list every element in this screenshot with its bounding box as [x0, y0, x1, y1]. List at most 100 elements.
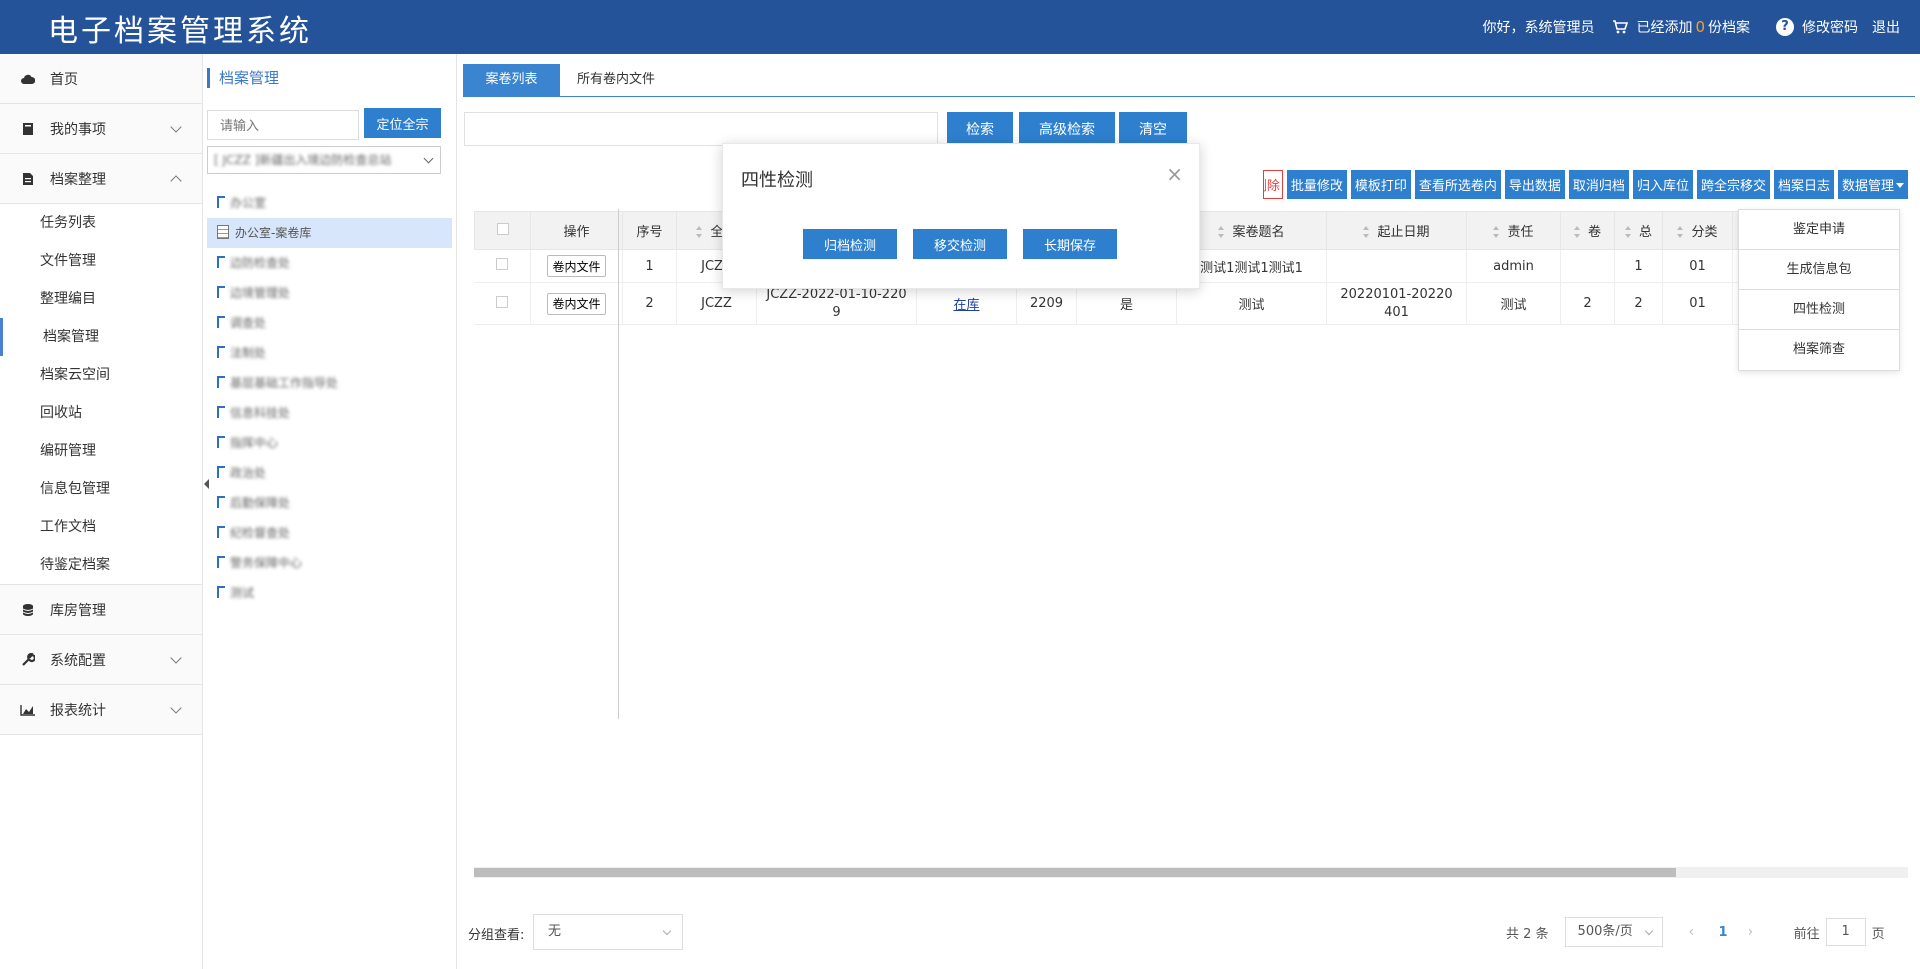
col-total[interactable]: 总: [1614, 211, 1663, 250]
tab-volume-list[interactable]: 案卷列表: [463, 64, 560, 96]
menu-appraisal-request[interactable]: 鉴定申请: [1739, 210, 1899, 250]
locate-fonds-button[interactable]: 定位全宗: [364, 108, 441, 138]
tree-node[interactable]: 边境管理处: [207, 278, 452, 308]
col-vol[interactable]: 卷: [1560, 211, 1615, 250]
next-page-icon[interactable]: ›: [1748, 924, 1758, 940]
logout-link[interactable]: 退出: [1872, 17, 1900, 37]
left-sidebar: 首页 我的事项 档案整理 任务列表 文件管理 整理编目 档案管理 档案云空间 回…: [0, 54, 203, 969]
folder-flag-icon: [217, 316, 225, 328]
tab-all-files[interactable]: 所有卷内文件: [564, 64, 668, 96]
cancel-archive-button[interactable]: 取消归档: [1568, 170, 1629, 199]
tree-node[interactable]: 信息科技处: [207, 398, 452, 428]
sort-icon: [1493, 226, 1500, 238]
tree-node[interactable]: 调查处: [207, 308, 452, 338]
tree-node[interactable]: 指挥中心: [207, 428, 452, 458]
change-password-link[interactable]: 修改密码: [1802, 17, 1858, 37]
tree-node[interactable]: 纪检督查处: [207, 518, 452, 548]
view-selected-button[interactable]: 查看所选卷内: [1414, 170, 1501, 199]
data-management-button[interactable]: 数据管理: [1837, 170, 1908, 199]
row-checkbox[interactable]: [496, 258, 509, 270]
cart-count: 0: [1695, 18, 1705, 36]
tree-title: 档案管理: [207, 68, 279, 88]
nav-archive-management[interactable]: 档案管理: [0, 318, 202, 356]
cross-fonds-transfer-button[interactable]: 跨全宗移交: [1696, 170, 1770, 199]
keyword-search-input[interactable]: [464, 112, 938, 146]
nav-archive-cloud[interactable]: 档案云空间: [0, 356, 202, 394]
batch-edit-button[interactable]: 批量修改: [1286, 170, 1347, 199]
current-page[interactable]: 1: [1719, 925, 1728, 940]
close-icon[interactable]: ×: [1166, 162, 1183, 186]
database-icon: [20, 602, 36, 618]
nav-archive-org[interactable]: 档案整理: [0, 154, 202, 204]
menu-generate-info-package[interactable]: 生成信息包: [1739, 250, 1899, 290]
row-checkbox[interactable]: [496, 295, 509, 308]
row-files-button[interactable]: 卷内文件: [547, 255, 606, 277]
scrollbar-thumb[interactable]: [474, 868, 1676, 877]
nav-system-config[interactable]: 系统配置: [0, 635, 202, 685]
cart-info[interactable]: 已经添加 0 份档案: [1636, 17, 1750, 37]
status-link[interactable]: 在库: [953, 298, 979, 313]
page-size-select[interactable]: 500条/页: [1564, 917, 1663, 947]
fonds-select[interactable]: [ JCZZ ]新疆出入境边防检查总站: [207, 146, 441, 174]
menu-four-property-check[interactable]: 四性检测: [1739, 290, 1899, 330]
tree-node[interactable]: 后勤保障处: [207, 488, 452, 518]
tree-search-input[interactable]: [207, 110, 359, 140]
template-print-button[interactable]: 模板打印: [1350, 170, 1411, 199]
nav-recycle-bin[interactable]: 回收站: [0, 394, 202, 432]
collapse-tree-handle[interactable]: [203, 474, 211, 494]
nav-info-package[interactable]: 信息包管理: [0, 470, 202, 508]
nav-warehouse[interactable]: 库房管理: [0, 585, 202, 635]
tree-node-selected[interactable]: 办公室-案卷库: [207, 218, 452, 248]
archive-log-button[interactable]: 档案日志: [1773, 170, 1834, 199]
sort-icon: [1573, 226, 1580, 238]
nav-pending-appraisal[interactable]: 待鉴定档案: [0, 546, 202, 584]
nav-reports[interactable]: 报表统计: [0, 685, 202, 735]
horizontal-scrollbar[interactable]: [474, 867, 1908, 878]
transfer-check-button[interactable]: 移交检测: [913, 229, 1007, 259]
menu-archive-screening[interactable]: 档案筛查: [1739, 330, 1899, 370]
nav-task-list[interactable]: 任务列表: [0, 204, 202, 242]
tree-node[interactable]: 法制处: [207, 338, 452, 368]
archive-check-button[interactable]: 归档检测: [803, 229, 897, 259]
caret-down-icon: [1896, 183, 1904, 188]
advanced-search-button[interactable]: 高级检索: [1019, 112, 1115, 146]
nav-work-docs[interactable]: 工作文档: [0, 508, 202, 546]
goto-page-input[interactable]: 1: [1825, 918, 1866, 946]
clear-button[interactable]: 清空: [1119, 112, 1187, 146]
page-suffix: 页: [1871, 926, 1885, 942]
wrench-icon: [20, 652, 36, 668]
nav-cataloging[interactable]: 整理编目: [0, 280, 202, 318]
cell-vol: [1560, 249, 1615, 283]
prev-page-icon[interactable]: ‹: [1689, 924, 1699, 940]
group-view-select[interactable]: 无: [533, 914, 683, 950]
folder-flag-icon: [217, 406, 225, 418]
tree-node[interactable]: 办公室: [207, 188, 452, 218]
help-icon[interactable]: ?: [1776, 18, 1794, 36]
cell-resp: admin: [1466, 249, 1561, 283]
search-button[interactable]: 检索: [947, 112, 1013, 146]
col-date[interactable]: 起止日期: [1326, 211, 1467, 250]
long-term-preservation-button[interactable]: 长期保存: [1023, 229, 1117, 259]
nav-my-tasks[interactable]: 我的事项: [0, 104, 202, 154]
nav-home[interactable]: 首页: [0, 54, 202, 104]
to-storage-button[interactable]: 归入库位: [1632, 170, 1693, 199]
cart-icon[interactable]: [1612, 19, 1629, 35]
col-cat[interactable]: 分类: [1662, 211, 1733, 250]
cell-resp: 测试: [1466, 282, 1561, 325]
nav-file-management[interactable]: 文件管理: [0, 242, 202, 280]
row-files-button[interactable]: 卷内文件: [547, 292, 606, 315]
folder-flag-icon: [217, 586, 225, 598]
folder-flag-icon: [217, 256, 225, 268]
tree-node[interactable]: 警务保障中心: [207, 548, 452, 578]
tree-node[interactable]: 测试: [207, 578, 452, 608]
folder-flag-icon: [217, 466, 225, 478]
tree-node[interactable]: 基层基础工作指导处: [207, 368, 452, 398]
col-resp[interactable]: 责任: [1466, 211, 1561, 250]
tree-node[interactable]: 边防检查处: [207, 248, 452, 278]
tree-node[interactable]: 政治处: [207, 458, 452, 488]
export-button[interactable]: 导出数据: [1504, 170, 1565, 199]
nav-compilation[interactable]: 编研管理: [0, 432, 202, 470]
tree-list: 办公室 办公室-案卷库 边防检查处 边境管理处 调查处 法制处 基层基础工作指导…: [207, 188, 452, 608]
select-all-checkbox[interactable]: [496, 222, 509, 235]
delete-button[interactable]: 删除: [1262, 170, 1283, 199]
